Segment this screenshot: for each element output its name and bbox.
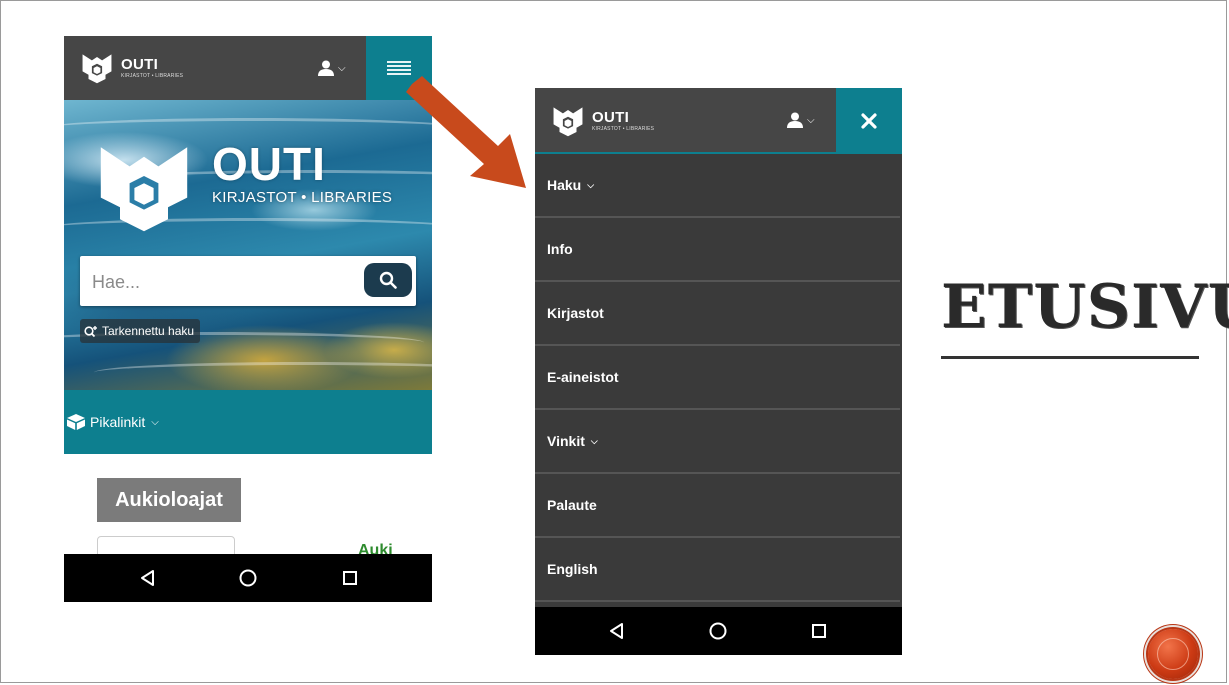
circle-home-icon[interactable] <box>238 568 258 588</box>
top-header: OUTI KIRJASTOT • LIBRARIES ⌵ <box>64 36 432 100</box>
menu-item-info[interactable]: Info <box>535 218 900 282</box>
title-underline <box>941 356 1199 359</box>
outi-logo-mark-icon <box>100 147 188 232</box>
advanced-search-label: Tarkennettu haku <box>102 324 195 338</box>
outi-logo-mark-icon <box>553 107 583 137</box>
menu-item-label: E-aineistot <box>547 369 619 385</box>
menu-item-english[interactable]: English <box>535 538 900 602</box>
outi-logo[interactable]: OUTI KIRJASTOT • LIBRARIES <box>551 104 654 138</box>
brand-tagline: KIRJASTOT • LIBRARIES <box>121 72 184 79</box>
slide-decoration-orb <box>1148 629 1198 679</box>
hero-wave <box>64 118 432 139</box>
phone-menu-screenshot: OUTI KIRJASTOT • LIBRARIES ⌵ Haku ⌵ Info <box>535 88 902 655</box>
quicklinks-dropdown[interactable]: Pikalinkit ⌵ <box>64 390 432 454</box>
hero-brand-name: OUTI <box>212 138 326 190</box>
menu-item-label: English <box>547 561 598 577</box>
user-menu-button[interactable]: ⌵ <box>318 60 346 76</box>
nav-drawer: Haku ⌵ Info Kirjastot E-aineistot Vinkit… <box>535 154 902 602</box>
transition-arrow-icon <box>406 76 526 188</box>
phone-home-screenshot: OUTI KIRJASTOT • LIBRARIES ⌵ OUTI KIRJAS… <box>64 36 432 602</box>
close-menu-button[interactable] <box>836 88 902 154</box>
square-recents-icon[interactable] <box>809 621 829 641</box>
brand-tagline: KIRJASTOT • LIBRARIES <box>592 125 655 132</box>
menu-item-kirjastot[interactable]: Kirjastot <box>535 282 900 346</box>
top-header: OUTI KIRJASTOT • LIBRARIES ⌵ <box>535 88 902 154</box>
main-content: Aukioloajat Auki <box>64 454 432 560</box>
hamburger-menu-icon <box>387 61 411 75</box>
hero-logo: OUTI KIRJASTOT • LIBRARIES <box>92 140 392 236</box>
chevron-down-icon: ⌵ <box>587 179 595 190</box>
advanced-search-link[interactable]: Tarkennettu haku <box>80 319 201 343</box>
menu-item-label: Vinkit <box>547 433 585 449</box>
search-plus-icon <box>84 325 97 337</box>
brand-name: OUTI <box>121 55 159 73</box>
search-box <box>80 256 416 306</box>
search-input[interactable] <box>90 265 354 299</box>
box-icon <box>67 414 85 430</box>
orb-ring <box>1157 638 1189 670</box>
chevron-down-icon: ⌵ <box>338 62 346 74</box>
menu-item-vinkit[interactable]: Vinkit ⌵ <box>535 410 900 474</box>
triangle-back-icon[interactable] <box>607 621 627 641</box>
menu-item-label: Kirjastot <box>547 305 604 321</box>
outi-logo[interactable]: OUTI KIRJASTOT • LIBRARIES <box>80 51 183 85</box>
user-menu-button[interactable]: ⌵ <box>787 112 815 128</box>
brand-name: OUTI <box>592 108 630 126</box>
user-icon <box>318 60 334 76</box>
menu-item-palaute[interactable]: Palaute <box>535 474 900 538</box>
opening-hours-heading: Aukioloajat <box>97 478 241 522</box>
chevron-down-icon: ⌵ <box>151 416 159 428</box>
android-nav-bar <box>535 607 902 655</box>
search-button[interactable] <box>364 263 412 297</box>
menu-item-label: Haku <box>547 177 582 193</box>
quicklinks-label: Pikalinkit <box>90 414 146 430</box>
menu-item-label: Info <box>547 241 573 257</box>
hero-brand-tagline: KIRJASTOT • LIBRARIES <box>212 189 393 206</box>
chevron-down-icon: ⌵ <box>590 435 598 446</box>
close-icon <box>861 113 877 129</box>
triangle-back-icon[interactable] <box>138 568 158 588</box>
menu-item-haku[interactable]: Haku ⌵ <box>535 154 900 218</box>
menu-item-label: Palaute <box>547 497 597 513</box>
square-recents-icon[interactable] <box>340 568 360 588</box>
user-icon <box>787 112 803 128</box>
hero-banner: OUTI KIRJASTOT • LIBRARIES Hae... Tarken… <box>64 100 432 390</box>
chevron-down-icon: ⌵ <box>807 114 815 126</box>
android-nav-bar <box>64 554 432 602</box>
hero-wave <box>94 362 432 383</box>
menu-item-e-aineistot[interactable]: E-aineistot <box>535 346 900 410</box>
circle-home-icon[interactable] <box>708 621 728 641</box>
search-icon <box>379 271 397 289</box>
slide-title: ETUSIVU <box>941 272 1229 342</box>
outi-logo-mark-icon <box>82 54 112 84</box>
